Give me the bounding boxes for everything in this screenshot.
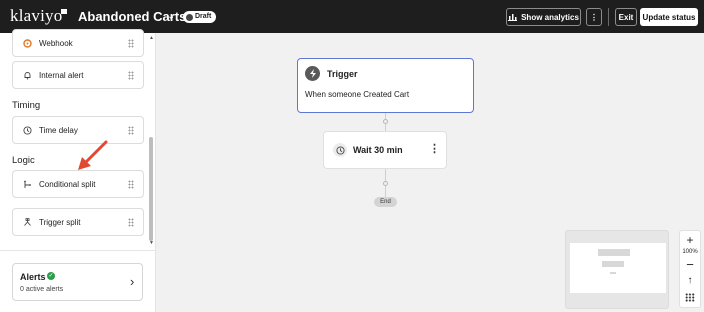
alerts-panel[interactable]: Alerts ✓ 0 active alerts ›	[12, 263, 143, 301]
minimap-viewport[interactable]	[570, 243, 666, 293]
add-step-node[interactable]	[383, 119, 388, 124]
show-analytics-label: Show analytics	[521, 12, 579, 22]
alerts-count: 0 active alerts	[20, 286, 64, 293]
drag-handle-icon[interactable]	[128, 126, 134, 135]
scrollbar-thumb[interactable]	[149, 137, 153, 241]
drag-handle-icon[interactable]	[128, 39, 134, 48]
minimap-wait-block	[602, 261, 624, 267]
minimap-trigger-block	[598, 249, 630, 256]
chevron-right-icon[interactable]: ›	[130, 274, 134, 289]
wait-step-card[interactable]: Wait 30 min ⋮	[323, 131, 447, 169]
alerts-title: Alerts	[20, 272, 46, 282]
trigger-description: When someone Created Cart	[305, 90, 410, 99]
trigger-split-icon	[23, 217, 32, 227]
add-step-node[interactable]	[383, 181, 388, 186]
toolbar-divider	[608, 8, 609, 26]
klaviyo-logo[interactable]: klaviyo	[10, 6, 62, 26]
scroll-down-icon[interactable]: ▼	[149, 240, 154, 246]
zoom-level: 100%	[682, 249, 698, 255]
zoom-out-button[interactable]: −	[680, 257, 700, 272]
drag-handle-icon[interactable]	[128, 71, 134, 80]
sidebar-item-trigger-split[interactable]: Trigger split	[12, 208, 144, 236]
scroll-up-icon[interactable]: ▲	[149, 35, 154, 41]
show-analytics-button[interactable]: Show analytics	[506, 8, 581, 26]
more-options-button[interactable]: ⋮	[586, 8, 602, 26]
lightning-icon	[305, 66, 320, 81]
annotation-arrow-icon	[78, 140, 108, 170]
sidebar-item-internal-alert[interactable]: Internal alert	[12, 61, 144, 89]
sidebar-item-label: Time delay	[39, 125, 78, 135]
drag-handle-icon[interactable]	[128, 180, 134, 189]
check-circle-icon: ✓	[47, 272, 55, 280]
sidebar-item-label: Trigger split	[39, 217, 81, 227]
drag-handle-icon[interactable]	[128, 218, 134, 227]
trigger-title: Trigger	[327, 69, 358, 79]
zoom-in-button[interactable]: +	[680, 233, 700, 247]
sidebar-item-label: Conditional split	[39, 179, 96, 189]
wait-step-title: Wait 30 min	[353, 145, 403, 155]
clock-icon	[23, 125, 32, 135]
draft-icon	[186, 13, 193, 21]
recenter-button[interactable]: ↑	[680, 275, 700, 286]
exit-button[interactable]: Exit	[615, 8, 637, 26]
trigger-card[interactable]: Trigger When someone Created Cart	[297, 58, 474, 113]
minimap-end-block	[610, 272, 616, 274]
webhook-icon	[23, 38, 32, 48]
sidebar-item-webhook[interactable]: Webhook	[12, 29, 144, 57]
grid-icon[interactable]	[685, 293, 695, 302]
split-icon	[23, 180, 32, 189]
section-heading-logic: Logic	[12, 155, 35, 166]
chevron-down-icon[interactable]: ⌄	[167, 11, 175, 22]
update-status-button[interactable]: Update status	[640, 8, 698, 26]
minimap[interactable]	[565, 230, 669, 309]
sidebar-divider	[0, 250, 155, 251]
bell-icon	[23, 71, 32, 80]
sidebar-item-label: Webhook	[39, 38, 73, 48]
step-menu-button[interactable]: ⋮	[429, 142, 440, 155]
clock-icon	[333, 143, 347, 157]
end-pill: End	[374, 197, 397, 207]
bar-chart-icon	[508, 14, 518, 21]
status-badge-label: Draft	[195, 13, 212, 20]
status-badge: Draft	[183, 11, 217, 23]
section-heading-timing: Timing	[12, 100, 41, 111]
zoom-controls: + 100% − ↑	[679, 230, 701, 308]
sidebar-item-label: Internal alert	[39, 70, 84, 80]
logo-flag-mark	[61, 9, 67, 14]
